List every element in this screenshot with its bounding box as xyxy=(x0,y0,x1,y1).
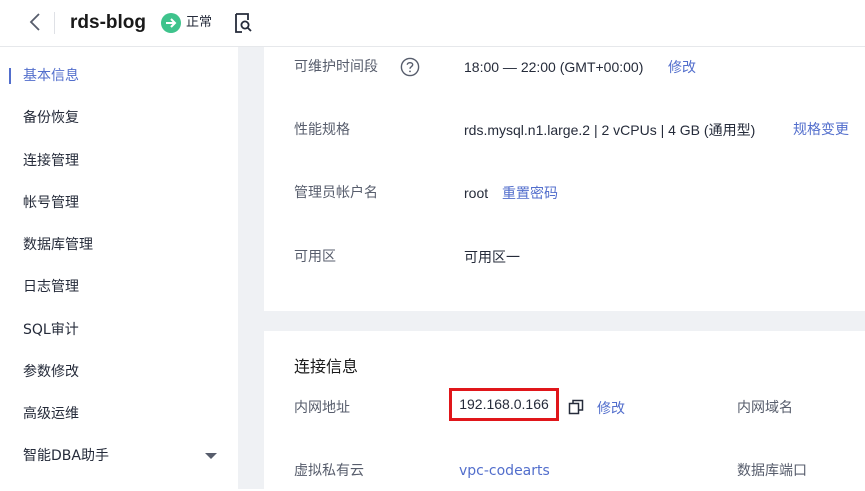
spec-value: rds.mysql.n1.large.2 | 2 vCPUs | 4 GB (通… xyxy=(464,122,756,138)
sidebar-item-label: 帐号管理 xyxy=(23,195,79,211)
sidebar-item-label: 基本信息 xyxy=(23,68,79,84)
availability-zone-value: 可用区一 xyxy=(464,249,520,265)
admin-account-value: root xyxy=(464,185,489,201)
caret-down-icon xyxy=(205,453,217,459)
header-divider xyxy=(54,12,55,34)
sidebar-item-parameters[interactable]: 参数修改 xyxy=(0,352,238,392)
vpc-label: 虚拟私有云 xyxy=(294,463,364,479)
connection-info-title: 连接信息 xyxy=(294,357,359,376)
private-ip-highlight: 192.168.0.166 xyxy=(449,388,559,421)
spec-label: 性能规格 xyxy=(294,122,350,138)
private-domain-label: 内网域名 xyxy=(737,400,793,416)
connection-info-card: 连接信息 内网地址 192.168.0.166 修改 内网域名 虚拟私有云 vp… xyxy=(264,331,865,491)
status-badge: 正常 xyxy=(186,15,213,30)
sidebar-item-label: 备份恢复 xyxy=(23,110,79,126)
help-icon[interactable] xyxy=(400,57,420,77)
vpc-link[interactable]: vpc-codearts xyxy=(459,461,550,481)
edit-private-ip-link[interactable]: 修改 xyxy=(597,399,625,419)
chevron-left-icon xyxy=(29,13,40,31)
sidebar-item-label: 日志管理 xyxy=(23,279,79,295)
private-ip-value: 192.168.0.166 xyxy=(459,396,549,412)
sidebar-item-log-management[interactable]: 日志管理 xyxy=(0,267,238,307)
copy-icon[interactable] xyxy=(568,399,584,415)
main-content: 可维护时间段 18:00 — 22:00 (GMT+00:00) 修改 性能规格… xyxy=(238,47,865,491)
sidebar-item-database-management[interactable]: 数据库管理 xyxy=(0,225,238,265)
sidebar-item-label: SQL审计 xyxy=(23,322,79,338)
back-button[interactable] xyxy=(26,9,46,35)
sidebar-item-sql-audit[interactable]: SQL审计 xyxy=(0,310,238,350)
edit-maintenance-link[interactable]: 修改 xyxy=(668,58,696,78)
sidebar-item-connection-management[interactable]: 连接管理 xyxy=(0,141,238,181)
sidebar-item-label: 高级运维 xyxy=(23,406,79,422)
document-search-icon[interactable] xyxy=(233,12,253,34)
admin-account-label: 管理员帐户名 xyxy=(294,185,378,201)
sidebar-item-basic-info[interactable]: 基本信息 xyxy=(0,56,238,96)
page-header: rds-blog 正常 xyxy=(0,0,865,47)
availability-zone-label: 可用区 xyxy=(294,249,336,265)
sidebar-item-advanced-ops[interactable]: 高级运维 xyxy=(0,394,238,434)
arrow-right-circle-icon xyxy=(161,13,181,33)
instance-title: rds-blog xyxy=(70,12,146,33)
change-spec-link[interactable]: 规格变更 xyxy=(793,120,849,140)
sidebar-nav: 基本信息 备份恢复 连接管理 帐号管理 数据库管理 日志管理 SQL审计 参数修… xyxy=(0,47,238,489)
maintenance-window-label: 可维护时间段 xyxy=(294,59,378,75)
sidebar-item-label: 数据库管理 xyxy=(23,237,93,253)
sidebar-item-label: 智能DBA助手 xyxy=(23,448,109,464)
sidebar-item-label: 参数修改 xyxy=(23,364,79,380)
db-port-label: 数据库端口 xyxy=(737,463,807,479)
maintenance-window-value: 18:00 — 22:00 (GMT+00:00) xyxy=(464,59,644,75)
private-ip-label: 内网地址 xyxy=(294,400,350,416)
sidebar-item-label: 连接管理 xyxy=(23,153,79,169)
sidebar-item-account-management[interactable]: 帐号管理 xyxy=(0,183,238,223)
reset-password-link[interactable]: 重置密码 xyxy=(502,184,558,204)
sidebar-item-dba-assistant[interactable]: 智能DBA助手 xyxy=(0,436,238,476)
basic-info-card: 可维护时间段 18:00 — 22:00 (GMT+00:00) 修改 性能规格… xyxy=(264,47,865,311)
sidebar-item-backup-restore[interactable]: 备份恢复 xyxy=(0,98,238,138)
